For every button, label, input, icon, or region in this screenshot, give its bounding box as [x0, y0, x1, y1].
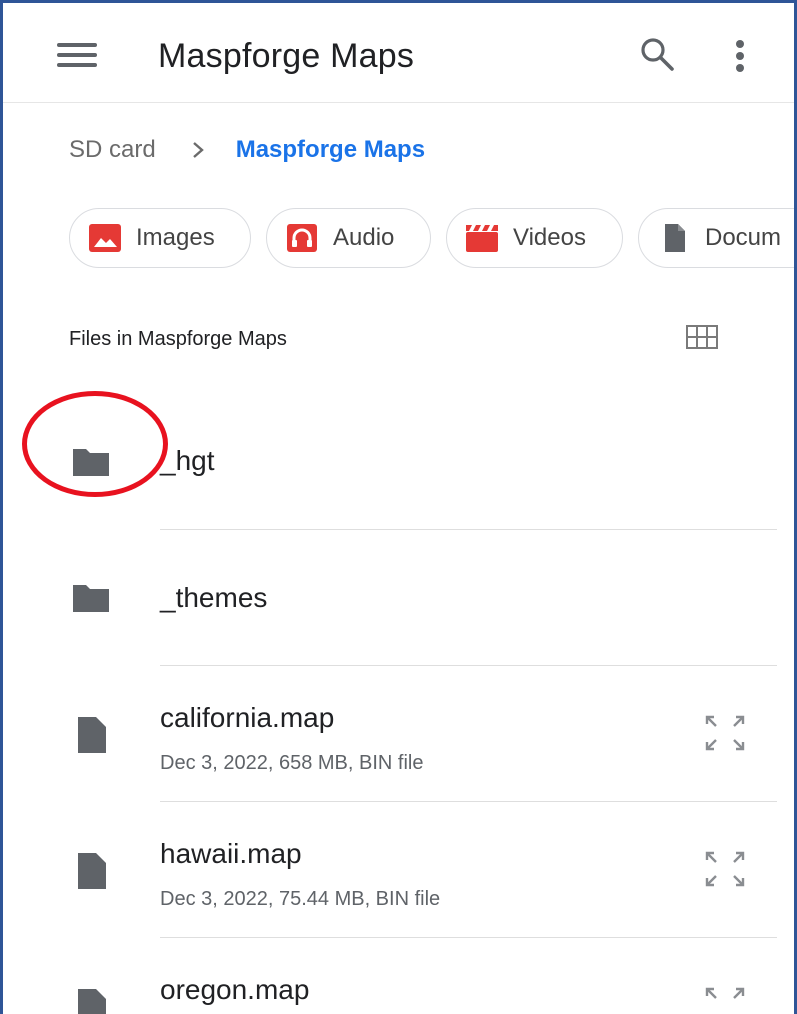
expand-icon[interactable]: [703, 849, 747, 889]
app-window: Maspforge Maps SD card Maspforge Maps Im…: [0, 0, 797, 1014]
expand-icon[interactable]: [703, 985, 747, 1014]
file-name: _hgt: [160, 445, 215, 476]
image-icon: [89, 224, 121, 252]
file-name: california.map: [160, 702, 335, 733]
file-name: _themes: [160, 582, 268, 613]
chip-documents[interactable]: Docum: [638, 208, 794, 268]
folder-icon: [73, 449, 109, 476]
more-vert-icon[interactable]: [733, 38, 747, 74]
file-name: oregon.map: [160, 974, 310, 1005]
chip-videos[interactable]: Videos: [446, 208, 623, 268]
search-icon[interactable]: [639, 36, 675, 72]
folder-icon: [73, 585, 109, 612]
hamburger-menu-icon[interactable]: [57, 39, 97, 69]
file-meta: Dec 3, 2022, 658 MB, BIN file: [160, 752, 424, 774]
file-meta: Dec 3, 2022, 75.44 MB, BIN file: [160, 888, 441, 910]
video-clapper-icon: [466, 225, 498, 252]
breadcrumb-sd-card[interactable]: SD card: [69, 136, 156, 164]
list-item-file-hawaii[interactable]: hawaii.map Dec 3, 2022, 75.44 MB, BIN fi…: [3, 802, 794, 938]
list-item-file-california[interactable]: california.map Dec 3, 2022, 658 MB, BIN …: [3, 666, 794, 802]
chevron-right-icon: [192, 142, 204, 158]
chip-label: Audio: [333, 224, 395, 251]
file-name: hawaii.map: [160, 838, 302, 869]
section-title: Files in Maspforge Maps: [69, 328, 287, 350]
grid-view-icon[interactable]: [686, 325, 718, 349]
list-item-folder-themes[interactable]: _themes: [3, 530, 794, 666]
expand-icon[interactable]: [703, 713, 747, 753]
breadcrumb-current-folder[interactable]: Maspforge Maps: [236, 136, 425, 164]
file-icon: [78, 989, 106, 1014]
chip-audio[interactable]: Audio: [266, 208, 431, 268]
chip-images[interactable]: Images: [69, 208, 251, 268]
list-item-folder-hgt[interactable]: _hgt: [3, 393, 794, 529]
chip-label: Docum: [705, 224, 782, 251]
headphones-icon: [287, 224, 317, 252]
chip-label: Images: [136, 224, 215, 251]
file-icon: [78, 717, 106, 753]
breadcrumb: SD card Maspforge Maps: [69, 133, 425, 167]
file-icon: [78, 853, 106, 889]
chip-label: Videos: [513, 224, 586, 251]
app-title: Maspforge Maps: [158, 37, 415, 75]
top-app-bar: Maspforge Maps: [3, 3, 794, 103]
document-icon: [665, 224, 685, 252]
list-item-file-oregon[interactable]: oregon.map: [3, 938, 794, 1014]
